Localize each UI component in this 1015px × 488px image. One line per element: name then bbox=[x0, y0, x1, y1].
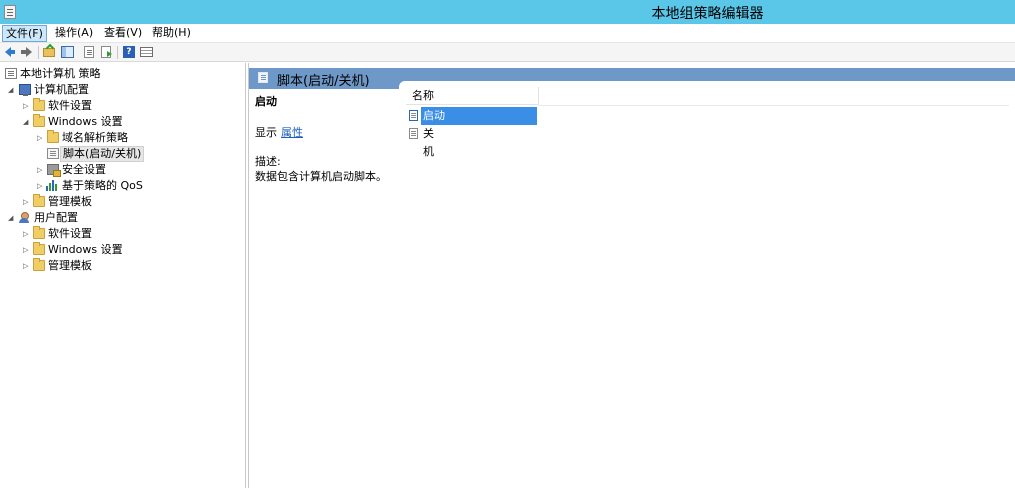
toolbar-separator bbox=[38, 46, 39, 59]
extended-view-icon bbox=[140, 47, 153, 57]
up-folder-icon bbox=[43, 48, 55, 57]
show-hide-tree-icon bbox=[61, 46, 74, 58]
help-icon: ? bbox=[123, 46, 135, 58]
script-icon bbox=[258, 72, 268, 83]
folder-icon bbox=[33, 98, 45, 111]
pane-header-title: 脚本(启动/关机) bbox=[277, 74, 370, 89]
column-header-name[interactable]: 名称 bbox=[406, 87, 539, 105]
expand-icon[interactable]: ▷ bbox=[23, 226, 31, 242]
tree-item-label: 基于策略的 QoS bbox=[62, 179, 143, 192]
folder-icon bbox=[33, 194, 45, 207]
menu-view[interactable]: 查看(V) bbox=[101, 25, 145, 42]
computer-icon bbox=[19, 84, 31, 96]
properties-link[interactable]: 属性 bbox=[281, 126, 303, 139]
description-label: 描述: bbox=[255, 155, 281, 168]
list-item-label: 关机 bbox=[423, 127, 434, 158]
back-icon bbox=[5, 47, 15, 57]
script-icon bbox=[409, 128, 418, 139]
toolbar-separator bbox=[117, 46, 118, 59]
help-button[interactable]: ? bbox=[122, 45, 137, 59]
tree-item-label: Windows 设置 bbox=[48, 115, 123, 128]
menu-help[interactable]: 帮助(H) bbox=[149, 25, 194, 42]
expand-icon[interactable]: ▷ bbox=[37, 162, 45, 178]
title-bar: 本地组策略编辑器 bbox=[0, 0, 1015, 24]
tree-item-label: 安全设置 bbox=[62, 163, 106, 176]
user-icon bbox=[19, 212, 31, 223]
chart-icon bbox=[46, 180, 58, 191]
extended-view-button[interactable] bbox=[139, 45, 154, 59]
tree-item-label: 管理模板 bbox=[48, 195, 92, 208]
folder-open-icon bbox=[33, 114, 45, 127]
export-list-button[interactable] bbox=[99, 45, 114, 59]
show-hide-tree-button[interactable] bbox=[60, 45, 75, 59]
show-label: 显示 bbox=[255, 126, 277, 139]
folder-icon bbox=[47, 130, 59, 143]
expand-icon[interactable]: ▷ bbox=[37, 130, 45, 146]
expand-icon[interactable]: ▷ bbox=[23, 242, 31, 258]
forward-button[interactable] bbox=[19, 45, 34, 59]
expand-icon[interactable]: ▷ bbox=[23, 194, 31, 210]
collapse-icon[interactable]: ◢ bbox=[8, 82, 16, 98]
tree-item-label: 软件设置 bbox=[48, 227, 92, 240]
window-title: 本地组策略编辑器 bbox=[651, 6, 764, 22]
menu-bar: 文件(F) 操作(A) 查看(V) 帮助(H) bbox=[0, 24, 1015, 43]
description-text: 数据包含计算机启动脚本。 bbox=[255, 170, 387, 183]
script-icon bbox=[47, 148, 59, 159]
tree-item-label: 本地计算机 策略 bbox=[20, 67, 101, 80]
header-divider bbox=[539, 105, 1009, 106]
forward-icon bbox=[21, 47, 32, 57]
items-list[interactable]: 名称 启动 关机 bbox=[399, 81, 1015, 488]
folder-icon bbox=[33, 226, 45, 239]
properties-icon bbox=[84, 46, 94, 58]
tree-item-label: 用户配置 bbox=[34, 211, 78, 224]
toolbar: ? bbox=[0, 43, 1015, 62]
policy-icon bbox=[5, 68, 17, 79]
tree-item-label: 管理模板 bbox=[48, 259, 92, 272]
expand-icon[interactable]: ▷ bbox=[23, 98, 31, 114]
security-icon bbox=[47, 164, 61, 177]
detail-show-line: 显示 属性 bbox=[255, 124, 303, 140]
collapse-icon[interactable]: ◢ bbox=[8, 210, 16, 226]
expand-icon[interactable]: ▷ bbox=[37, 178, 45, 194]
tree-item-label: 计算机配置 bbox=[34, 83, 89, 96]
detail-title: 启动 bbox=[255, 95, 277, 108]
export-list-icon bbox=[101, 46, 112, 58]
folder-icon bbox=[33, 258, 45, 271]
back-button[interactable] bbox=[4, 45, 19, 59]
tree-item-label: 软件设置 bbox=[48, 99, 92, 112]
list-item-label: 启动 bbox=[421, 107, 537, 125]
expand-icon[interactable]: ▷ bbox=[23, 258, 31, 274]
properties-button[interactable] bbox=[82, 45, 97, 59]
tree-item-label: 脚本(启动/关机) bbox=[60, 146, 145, 162]
script-icon bbox=[409, 110, 418, 121]
tree-item-label: Windows 设置 bbox=[48, 243, 123, 256]
tree-item-label: 域名解析策略 bbox=[62, 131, 128, 144]
up-level-button[interactable] bbox=[42, 45, 57, 59]
folder-icon bbox=[33, 242, 45, 255]
menu-file[interactable]: 文件(F) bbox=[2, 25, 47, 42]
menu-action[interactable]: 操作(A) bbox=[52, 25, 96, 42]
tree-pane[interactable]: 本地计算机 策略 ◢ 计算机配置 ▷ 软件设置 ◢ Windows 设置 ▷ 域… bbox=[0, 63, 246, 488]
collapse-icon[interactable]: ◢ bbox=[23, 114, 31, 130]
details-pane: 脚本(启动/关机) 启动 显示 属性 描述: 数据包含计算机启动脚本。 名称 启动… bbox=[248, 63, 1015, 488]
